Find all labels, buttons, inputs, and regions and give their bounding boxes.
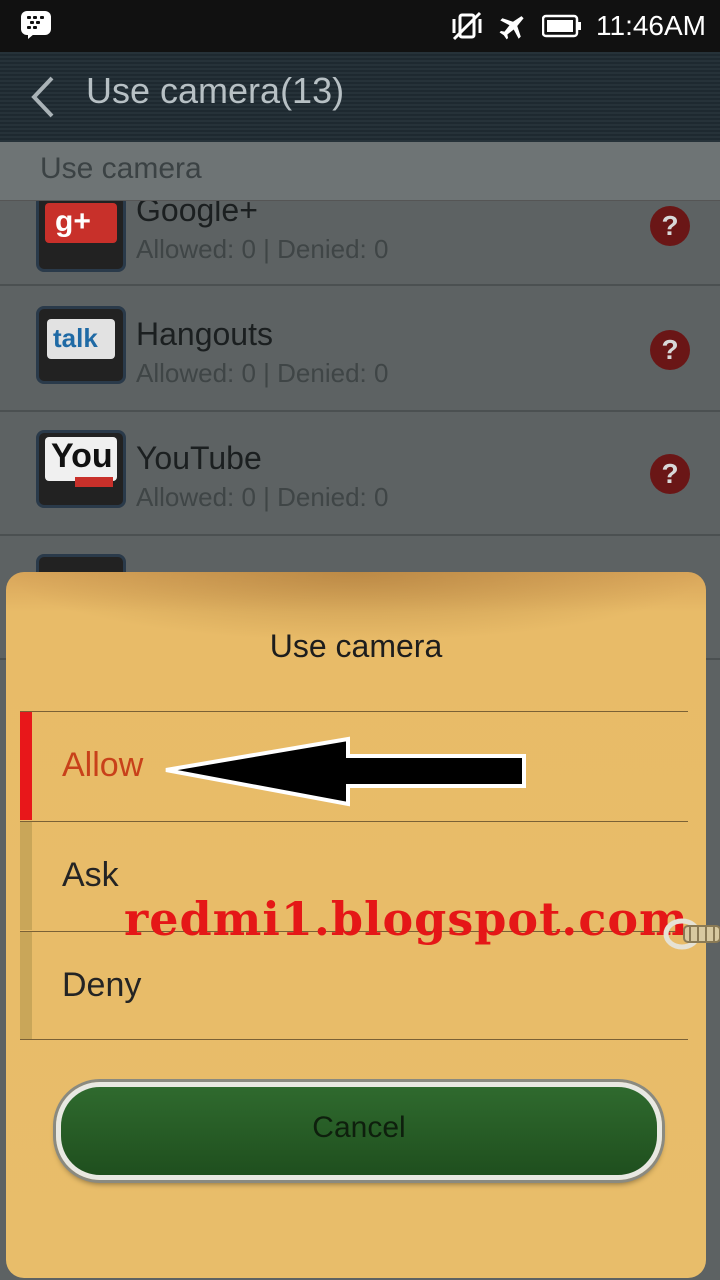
status-bar: 11:46AM <box>0 0 720 52</box>
youtube-icon: You <box>36 430 126 508</box>
list-item[interactable]: You YouTube Allowed: 0 | Denied: 0 ? <box>0 410 720 536</box>
hangouts-talk-icon: talk <box>36 306 126 384</box>
divider <box>20 1039 688 1040</box>
cancel-button[interactable]: Cancel <box>56 1082 662 1180</box>
help-icon[interactable]: ? <box>650 454 690 494</box>
airplane-mode-icon <box>499 16 524 40</box>
youtube-icon-label: You <box>51 437 113 475</box>
status-time: 11:46AM <box>596 10 706 41</box>
option-label: Allow <box>62 746 144 784</box>
bbm-icon <box>21 11 51 39</box>
section-header: Use camera <box>0 142 720 201</box>
app-name: Hangouts <box>136 316 273 352</box>
help-icon[interactable]: ? <box>650 206 690 246</box>
cancel-label: Cancel <box>312 1111 406 1144</box>
option-bar <box>20 932 32 1040</box>
app-stats: Allowed: 0 | Denied: 0 <box>136 482 389 512</box>
option-bar <box>20 822 32 930</box>
page-title: Use camera(13) <box>86 70 345 111</box>
help-icon[interactable]: ? <box>650 330 690 370</box>
dialog-title: Use camera <box>269 628 443 664</box>
annotation-arrow-icon <box>165 736 526 807</box>
section-label: Use camera <box>40 152 202 185</box>
battery-icon <box>542 14 581 38</box>
vibrate-off-icon <box>452 11 482 41</box>
rope-handle-icon <box>663 918 720 950</box>
watermark-text: redmi1.blogspot.com <box>124 892 689 946</box>
talk-icon-label: talk <box>53 323 98 353</box>
app-stats: Allowed: 0 | Denied: 0 <box>136 358 389 388</box>
google-plus-icon: g+ <box>36 200 126 272</box>
selection-indicator <box>20 712 32 820</box>
option-deny[interactable]: Deny <box>20 931 688 1040</box>
option-label: Deny <box>62 966 142 1004</box>
app-name: YouTube <box>136 440 262 476</box>
back-arrow-icon[interactable] <box>24 72 64 122</box>
option-label: Ask <box>62 856 119 894</box>
title-bar: Use camera(13) <box>0 52 720 142</box>
app-name: Google+ <box>136 200 258 228</box>
app-stats: Allowed: 0 | Denied: 0 <box>136 234 389 264</box>
list-item[interactable]: g+ Google+ Allowed: 0 | Denied: 0 ? <box>0 200 720 286</box>
list-item[interactable]: talk Hangouts Allowed: 0 | Denied: 0 ? <box>0 286 720 412</box>
